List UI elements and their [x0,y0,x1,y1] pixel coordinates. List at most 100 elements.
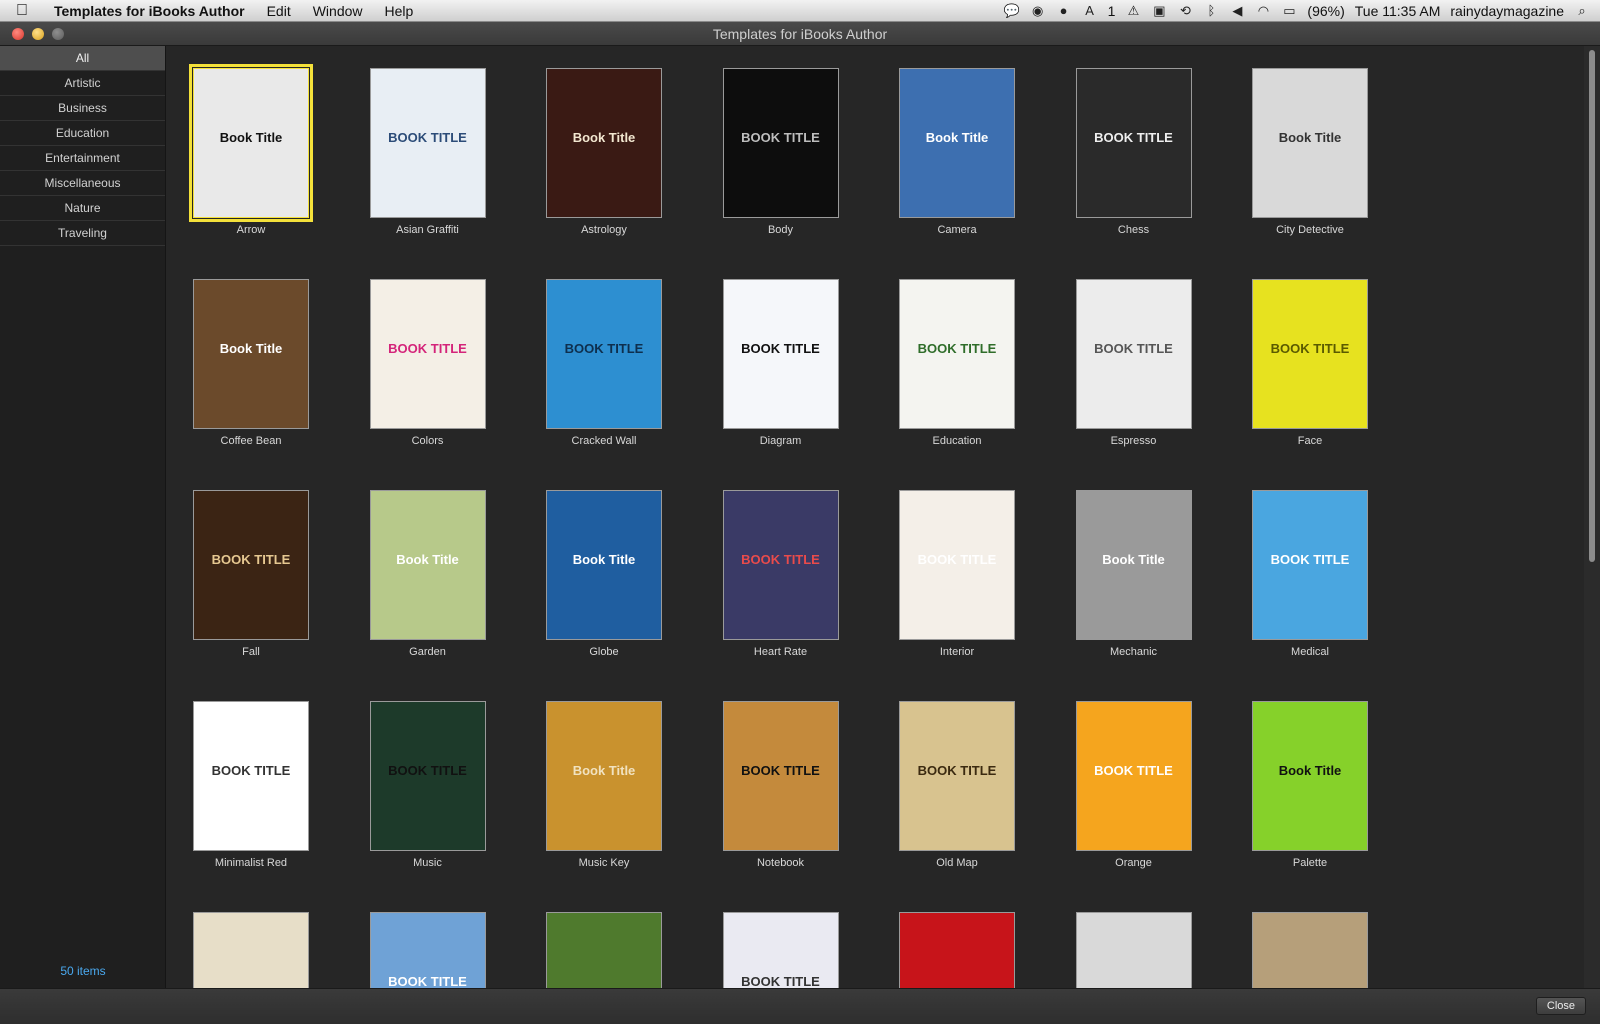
sync-icon[interactable]: ● [1056,3,1072,19]
template-item[interactable]: BOOK TITLE Heart Rate [716,490,846,658]
template-item[interactable]: BOOK TITLE Face [1245,279,1375,447]
adobe-icon[interactable]: A [1082,3,1098,19]
template-thumbnail[interactable]: Book Title [189,64,313,222]
template-item[interactable]: BOOK TITLE [716,912,846,988]
scrollbar-knob[interactable] [1589,50,1595,562]
vertical-scrollbar[interactable] [1584,46,1600,988]
menu-window[interactable]: Window [302,3,374,19]
template-item[interactable]: Book Title Garden [363,490,493,658]
template-item[interactable]: BOOK TITLE Minimalist Red [186,701,316,869]
template-thumbnail[interactable] [546,912,662,988]
template-item[interactable]: BOOK TITLE Old Map [892,701,1022,869]
bluetooth-icon[interactable]: ᛒ [1203,3,1219,19]
apple-menu-icon[interactable]:  [0,2,44,20]
template-thumbnail[interactable]: Book Title [1252,68,1368,218]
app-menu[interactable]: Templates for iBooks Author [44,3,256,19]
template-thumbnail[interactable]: BOOK TITLE [899,490,1015,640]
minimize-window-icon[interactable] [32,27,44,40]
template-item[interactable]: BOOK TITLE Espresso [1069,279,1199,447]
template-item[interactable]: BOOK TITLE Notebook [716,701,846,869]
template-item[interactable]: BOOK TITLE Asian Graffiti [363,68,493,236]
template-thumbnail[interactable]: Book Title [193,279,309,429]
template-item[interactable]: BOOK TITLE Body [716,68,846,236]
sidebar-item-all[interactable]: All [0,46,165,71]
menu-edit[interactable]: Edit [256,3,302,19]
template-item[interactable]: BOOK TITLE Music [363,701,493,869]
template-item[interactable] [1245,912,1375,988]
template-thumbnail[interactable]: BOOK TITLE [722,912,839,988]
time-machine-icon[interactable]: ⟲ [1177,3,1193,19]
template-thumbnail[interactable]: BOOK TITLE [1075,68,1192,218]
template-thumbnail[interactable]: BOOK TITLE [369,279,486,429]
template-item[interactable]: BOOK TITLE Medical [1245,490,1375,658]
sidebar-item-miscellaneous[interactable]: Miscellaneous [0,171,165,196]
battery-percent[interactable]: (96%) [1307,3,1344,19]
printer-icon[interactable]: ▣ [1151,3,1167,19]
template-item[interactable]: BOOK TITLE Colors [363,279,493,447]
template-thumbnail[interactable]: BOOK TITLE [369,912,486,988]
template-item[interactable] [186,912,316,988]
template-thumbnail[interactable]: BOOK TITLE [722,279,839,429]
dropbox-icon[interactable]: ◉ [1030,3,1046,19]
template-thumbnail[interactable] [1252,912,1368,988]
template-thumbnail[interactable]: BOOK TITLE [193,490,309,640]
sidebar-item-education[interactable]: Education [0,121,165,146]
template-thumbnail[interactable]: BOOK TITLE [369,701,486,851]
template-thumbnail[interactable]: Book Title [1075,490,1192,640]
template-item[interactable]: Book Title Arrow [186,64,316,236]
template-item[interactable]: Book Title Music Key [539,701,669,869]
chat-icon[interactable]: 💬 [1004,3,1020,19]
template-item[interactable]: BOOK TITLE Orange [1069,701,1199,869]
sidebar-item-artistic[interactable]: Artistic [0,71,165,96]
template-thumbnail[interactable]: BOOK TITLE [546,279,662,429]
template-thumbnail[interactable]: BOOK TITLE [899,701,1015,851]
sidebar-item-traveling[interactable]: Traveling [0,221,165,246]
template-thumbnail[interactable]: BOOK TITLE [369,68,486,218]
template-thumbnail[interactable]: Book Title [899,68,1015,218]
template-item[interactable]: BOOK TITLE [363,912,493,988]
warning-icon[interactable]: ⚠ [1125,3,1141,19]
template-thumbnail[interactable]: Book Title [369,490,486,640]
template-item[interactable] [892,912,1022,988]
template-thumbnail[interactable]: Book Title [1252,701,1368,851]
template-thumbnail[interactable]: BOOK TITLE [1252,279,1368,429]
template-item[interactable]: BOOK TITLE Interior [892,490,1022,658]
template-item[interactable]: BOOK TITLE Education [892,279,1022,447]
template-item[interactable]: Book Title Coffee Bean [186,279,316,447]
template-thumbnail[interactable]: BOOK TITLE [722,701,839,851]
template-item[interactable]: Book Title Astrology [539,68,669,236]
template-item[interactable]: BOOK TITLE Fall [186,490,316,658]
template-thumbnail[interactable]: Book Title [546,68,662,218]
template-thumbnail[interactable] [899,912,1015,988]
template-thumbnail[interactable]: BOOK TITLE [899,279,1015,429]
template-thumbnail[interactable]: BOOK TITLE [722,68,839,218]
spotlight-search-icon[interactable]: ⌕ [1574,3,1590,19]
template-thumbnail[interactable]: Book Title [546,490,662,640]
template-item[interactable]: BOOK TITLE Cracked Wall [539,279,669,447]
template-thumbnail[interactable] [193,912,309,988]
sidebar-item-nature[interactable]: Nature [0,196,165,221]
template-item[interactable]: BOOK TITLE Diagram [716,279,846,447]
sidebar-item-business[interactable]: Business [0,96,165,121]
wifi-icon[interactable]: ◠ [1255,3,1271,19]
template-thumbnail[interactable]: BOOK TITLE [1252,490,1368,640]
template-item[interactable]: Book Title Globe [539,490,669,658]
user-menu[interactable]: rainydaymagazine [1450,3,1564,19]
notifications-count[interactable]: 1 [1108,3,1116,19]
template-thumbnail[interactable]: Book Title [546,701,662,851]
menu-help[interactable]: Help [374,3,425,19]
close-window-icon[interactable] [12,27,24,40]
close-button[interactable]: Close [1535,997,1586,1015]
clock[interactable]: Tue 11:35 AM [1355,3,1441,19]
sidebar-item-entertainment[interactable]: Entertainment [0,146,165,171]
template-item[interactable]: Book Title City Detective [1245,68,1375,236]
template-thumbnail[interactable]: BOOK TITLE [193,701,309,851]
template-item[interactable] [1069,912,1199,988]
template-thumbnail[interactable]: BOOK TITLE [1075,701,1192,851]
template-item[interactable]: BOOK TITLE Chess [1069,68,1199,236]
template-thumbnail[interactable] [1075,912,1192,988]
battery-icon[interactable]: ▭ [1281,3,1297,19]
template-item[interactable] [539,912,669,988]
template-item[interactable]: Book Title Camera [892,68,1022,236]
template-thumbnail[interactable]: BOOK TITLE [722,490,839,640]
